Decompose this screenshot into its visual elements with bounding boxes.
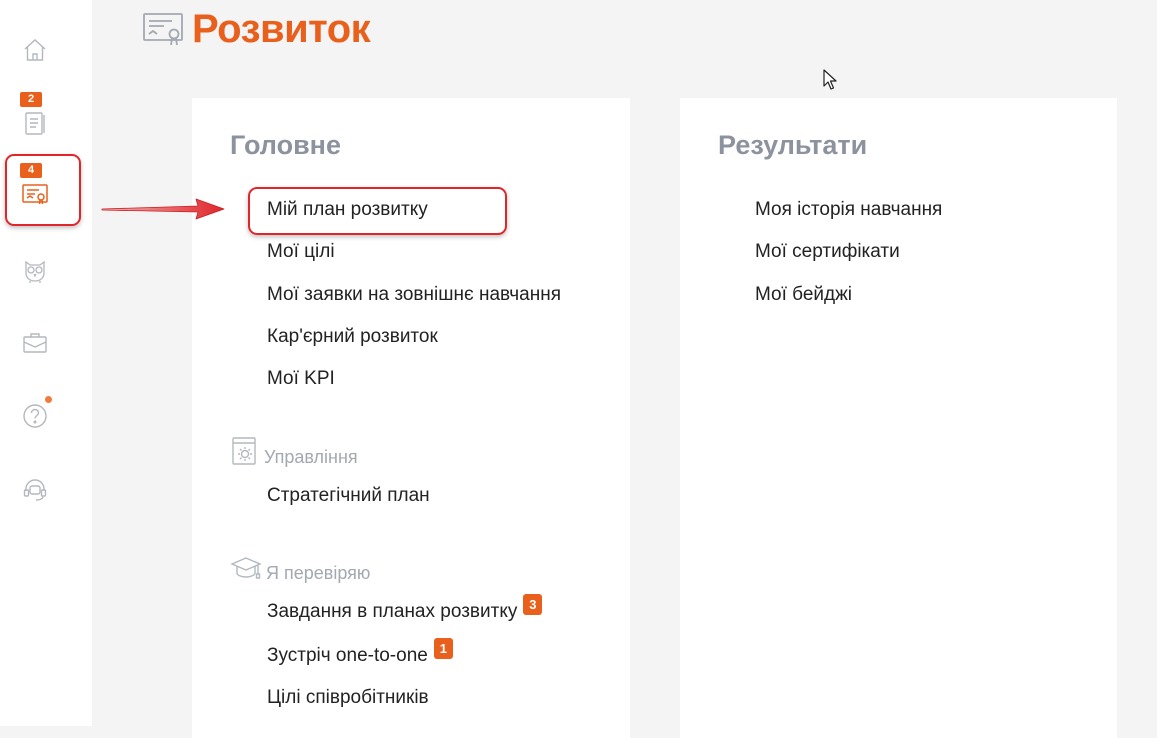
sidebar-item-development[interactable]: 4 [18,163,52,211]
certificate-icon [22,184,48,205]
sidebar-item-briefcase[interactable] [18,326,52,360]
page-title: Розвиток [192,6,371,51]
link-my-kpi[interactable]: Мої KPI [267,367,335,391]
link-one-to-one-meeting-label: Зустріч one-to-one [267,645,428,666]
page-header: Розвиток [142,4,371,54]
link-my-development-plan[interactable]: Мій план розвитку [267,198,428,222]
link-employee-goals-label: Цілі співробітників [267,687,429,708]
sidebar-item-support[interactable] [18,473,52,507]
link-my-goals[interactable]: Мої цілі [267,240,335,264]
sidebar-item-owl[interactable] [18,253,52,287]
main-card-heading: Головне [230,130,341,160]
section-management: Управління [230,436,358,468]
certificate-icon [143,13,183,46]
results-card: Результати Моя історія навчання Мої серт… [680,98,1117,738]
main-card: Головне Мій план розвитку Мої цілі Мої з… [192,98,630,738]
support-headset-icon [23,479,47,501]
notebook-icon [25,112,45,135]
results-card-heading: Результати [718,130,868,160]
help-icon [23,404,47,428]
sidebar-item-notebook[interactable]: 2 [18,92,52,140]
section-review-title: Я перевіряю [266,563,371,583]
help-notification-dot [45,396,52,403]
section-review: Я перевіряю [230,554,370,584]
home-icon [24,39,46,61]
link-my-certificates[interactable]: Мої сертифікати [755,240,900,264]
graduation-cap-icon [230,557,262,579]
link-my-badges[interactable]: Мої бейджі [755,283,852,307]
link-one-to-one-meeting[interactable]: Зустріч one-to-one 1 [267,638,453,668]
sidebar-item-home[interactable] [18,33,52,67]
settings-document-icon [232,437,256,465]
briefcase-icon [23,333,47,353]
development-badge: 4 [20,163,42,178]
owl-icon [25,260,45,283]
link-development-plan-tasks[interactable]: Завдання в планах розвитку 3 [267,594,543,624]
sidebar: 2 4 [0,0,92,726]
sidebar-item-help[interactable] [18,396,52,433]
mouse-cursor-icon [823,69,837,90]
link-career-development[interactable]: Кар'єрний розвиток [267,325,438,349]
annotation-arrow-icon [101,198,225,220]
notebook-badge: 2 [20,92,42,107]
link-external-training-requests[interactable]: Мої заявки на зовнішнє навчання [267,283,561,307]
one-to-one-count-badge: 1 [433,638,453,659]
link-strategic-plan[interactable]: Стратегічний план [267,484,430,508]
section-management-title: Управління [264,447,358,467]
link-learning-history[interactable]: Моя історія навчання [755,198,942,222]
development-plan-tasks-count-badge: 3 [523,594,543,615]
link-development-plan-tasks-label: Завдання в планах розвитку [267,601,518,622]
link-employee-goals[interactable]: Цілі співробітників [267,686,429,710]
